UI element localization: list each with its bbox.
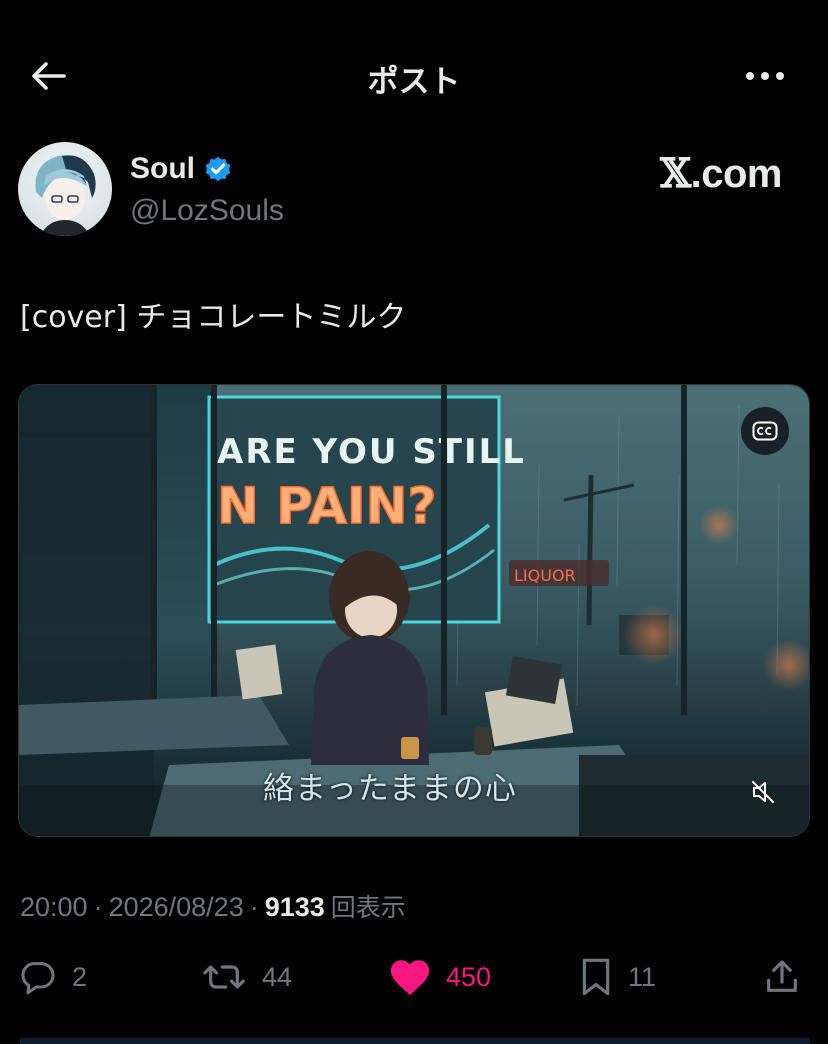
share-button[interactable] <box>762 950 802 1004</box>
x-com-watermark: 𝕏.com <box>660 150 782 197</box>
like-button[interactable]: 450 <box>388 950 491 1004</box>
neon-sign-line2: N PAIN? <box>217 477 436 535</box>
separator: · <box>93 892 103 922</box>
bookmark-icon <box>582 958 610 996</box>
post-date: 2026/08/23 <box>108 892 244 922</box>
post-metadata: 20:00 · 2026/08/23 · 9133 回表示 <box>20 888 406 924</box>
mute-button[interactable] <box>739 768 787 816</box>
verified-badge-icon <box>205 156 231 182</box>
like-count: 450 <box>446 961 492 992</box>
more-horizontal-icon <box>746 72 784 80</box>
view-count[interactable]: 9133 <box>265 892 325 923</box>
closed-captions-icon <box>752 421 778 441</box>
view-count-label: 回表示 <box>330 893 406 922</box>
reply-button[interactable]: 2 <box>18 950 87 1004</box>
heart-icon <box>390 960 430 996</box>
bottom-edge <box>20 1038 810 1044</box>
more-options-button[interactable] <box>736 54 794 98</box>
bookmark-count: 11 <box>628 961 657 992</box>
display-name[interactable]: Soul <box>130 152 195 186</box>
post-author: Soul @LozSouls 𝕏.com <box>18 142 810 238</box>
post-text: [cover] チョコレートミルク <box>20 300 407 335</box>
post-time: 20:00 <box>20 892 88 922</box>
volume-muted-icon <box>752 781 774 803</box>
page-title: ポスト <box>367 64 461 100</box>
liquor-sign: LIQUOR <box>514 566 576 585</box>
avatar[interactable] <box>18 142 112 236</box>
repost-count: 44 <box>262 961 293 992</box>
x-logo: 𝕏 <box>660 150 691 197</box>
neon-sign-line1: ARE YOU STILL <box>217 432 526 472</box>
reply-count: 2 <box>72 961 88 992</box>
bookmark-button[interactable]: 11 <box>578 950 656 1004</box>
separator: · <box>249 892 259 922</box>
repost-icon <box>203 965 245 989</box>
repost-button[interactable]: 44 <box>200 950 292 1004</box>
watermark-domain: .com <box>690 152 783 196</box>
share-icon <box>767 960 797 992</box>
video-subtitle: 絡まったままの心 <box>263 771 517 807</box>
video-player[interactable]: LIQUOR ARE YOU STILL N PAIN? 絡まったままの心 <box>18 384 810 837</box>
reply-icon <box>21 962 55 995</box>
user-handle[interactable]: @LozSouls <box>130 194 284 228</box>
captions-button[interactable] <box>741 407 789 455</box>
action-bar: 2 44 450 11 <box>0 950 828 1004</box>
top-bar: ポスト <box>0 40 828 110</box>
